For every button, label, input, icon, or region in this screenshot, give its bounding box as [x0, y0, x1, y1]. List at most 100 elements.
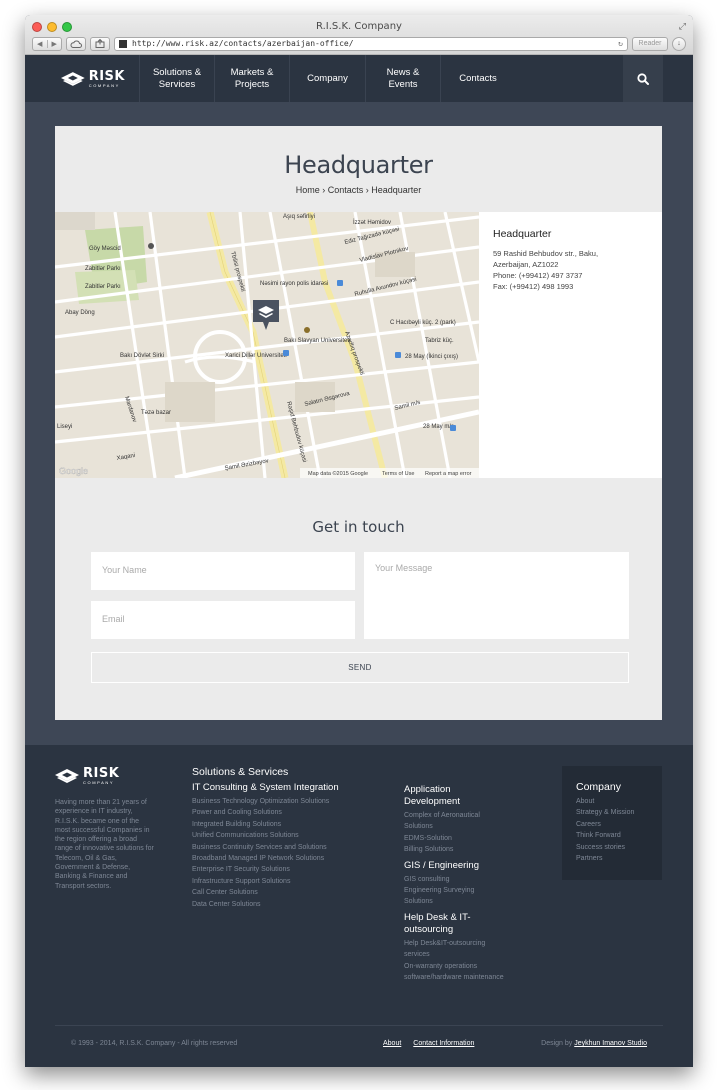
- office-title: Headquarter: [493, 228, 552, 240]
- map-label: Tabriz küç.: [425, 338, 454, 344]
- risk-logo-icon: [55, 769, 79, 783]
- location-map[interactable]: Aşıq səfirliyi İzzət Həmidov Göy Məscid …: [55, 212, 479, 478]
- favicon-icon: [119, 39, 127, 48]
- site-logo[interactable]: RISK COMPANY: [25, 55, 125, 102]
- map-attribution: Map data ©2015 Google: [308, 470, 368, 477]
- breadcrumb-current: Headquarter: [371, 185, 422, 195]
- reader-button[interactable]: Reader: [632, 36, 668, 51]
- footer-app-title[interactable]: Application Development: [404, 784, 504, 808]
- designer-link[interactable]: Jeykhun Imanov Studio: [574, 1040, 647, 1047]
- footer-company-title[interactable]: Company: [576, 781, 648, 793]
- footer-link-careers[interactable]: Careers: [576, 819, 648, 830]
- copyright: © 1993 - 2014, R.I.S.K. Company - All ri…: [71, 1040, 238, 1047]
- search-icon: [637, 72, 649, 85]
- footer-link[interactable]: Broadband Managed IP Network Solutions: [192, 853, 382, 864]
- risk-logo-icon: [61, 71, 85, 86]
- form-title: Get in touch: [312, 518, 405, 536]
- footer-development-column: Application Development Complex of Aeron…: [404, 784, 504, 983]
- footer-link[interactable]: Call Center Solutions: [192, 887, 382, 898]
- google-logo[interactable]: Google: [59, 466, 88, 476]
- logo-text: RISK: [88, 68, 125, 84]
- back-forward-buttons: ◀ ▶: [32, 36, 62, 51]
- map-label: Liseyi: [57, 424, 72, 430]
- footer-link-partners[interactable]: Partners: [576, 853, 648, 864]
- footer-link[interactable]: Power and Cooling Solutions: [192, 807, 382, 818]
- map-label: Təzə bazar: [141, 410, 171, 416]
- url-text: http://www.risk.az/contacts/azerbaijan-o…: [132, 39, 354, 48]
- email-input[interactable]: Email: [91, 601, 355, 639]
- message-textarea[interactable]: Your Message: [364, 552, 629, 639]
- map-label: İzzət Həmidov: [353, 219, 391, 226]
- design-credit: Design by Jeykhun Imanov Studio: [541, 1040, 647, 1047]
- map-terms-link[interactable]: Terms of Use: [382, 471, 414, 477]
- bottom-link-about[interactable]: About: [383, 1040, 401, 1047]
- map-label: Abay Döng: [65, 310, 95, 316]
- footer-link[interactable]: Integrated Building Solutions: [192, 819, 382, 830]
- breadcrumb-home[interactable]: Home: [296, 185, 320, 195]
- window-title: R.I.S.K. Company: [316, 21, 402, 32]
- footer-link[interactable]: Data Center Solutions: [192, 899, 382, 910]
- map-label: 28 May (İkinci çıxış): [405, 353, 458, 360]
- footer-link-about[interactable]: About: [576, 796, 648, 807]
- map-label: Göy Məscid: [89, 246, 121, 252]
- back-button[interactable]: ◀: [33, 40, 47, 48]
- footer-link[interactable]: Enterprise IT Security Solutions: [192, 864, 382, 875]
- footer-link[interactable]: Business Technology Optimization Solutio…: [192, 796, 382, 807]
- map-label: Xarici Dillər Universiteti: [225, 353, 287, 359]
- map-label: Nəsimi rayon polis idarəsi: [260, 281, 328, 287]
- footer-link[interactable]: Billing Solutions: [404, 844, 504, 855]
- browser-toolbar: ◀ ▶ http://www.risk.az/contacts/azerbaij…: [32, 36, 686, 51]
- fullscreen-icon[interactable]: ⤢: [679, 21, 686, 32]
- footer-link-success-stories[interactable]: Success stories: [576, 842, 648, 853]
- nav-company[interactable]: Company: [289, 55, 365, 102]
- footer-gis-title[interactable]: GIS / Engineering: [404, 860, 504, 872]
- footer-it-title[interactable]: IT Consulting & System Integration: [192, 782, 382, 794]
- map-label: C Hacıbəyli küç. 2 (park): [390, 320, 456, 326]
- footer-logo-text: RISK: [83, 766, 120, 781]
- footer-link-think-forward[interactable]: Think Forward: [576, 830, 648, 841]
- map-label: Bakı Dövlət Sirki: [120, 353, 164, 359]
- map-label: Aşıq səfirliyi: [283, 214, 315, 220]
- nav-news-events[interactable]: News & Events: [365, 55, 440, 102]
- cloud-icon: [70, 40, 82, 48]
- icloud-tabs-button[interactable]: [66, 36, 86, 51]
- share-button[interactable]: [90, 36, 110, 51]
- site-footer: RISK COMPANY Having more than 21 years o…: [25, 745, 693, 1067]
- map-label: Zabitlər Parkı: [85, 284, 121, 290]
- footer-link[interactable]: EDMS-Solution: [404, 833, 504, 844]
- nav-solutions-services[interactable]: Solutions & Services: [139, 55, 214, 102]
- footer-link[interactable]: GIS consulting: [404, 874, 504, 885]
- footer-link[interactable]: Business Continuity Services and Solutio…: [192, 842, 382, 853]
- footer-solutions-title[interactable]: Solutions & Services: [192, 766, 382, 778]
- breadcrumb-contacts[interactable]: Contacts: [328, 185, 364, 195]
- footer-logo[interactable]: RISK COMPANY: [55, 767, 119, 785]
- send-button[interactable]: SEND: [91, 652, 629, 683]
- company-description: Having more than 21 years of experience …: [55, 799, 154, 890]
- forward-button[interactable]: ▶: [46, 39, 62, 48]
- nav-markets-projects[interactable]: Markets & Projects: [214, 55, 289, 102]
- address-bar[interactable]: http://www.risk.az/contacts/azerbaijan-o…: [114, 36, 628, 51]
- footer-link[interactable]: Complex of Aeronautical Solutions: [404, 810, 504, 833]
- footer-company-box: Company About Strategy & Mission Careers…: [562, 766, 662, 880]
- nav-contacts[interactable]: Contacts: [440, 55, 515, 102]
- footer-link[interactable]: Help Desk&IT-outsourcing services: [404, 938, 504, 961]
- map-report-link[interactable]: Report a map error: [425, 471, 472, 477]
- office-info: Headquarter 59 Rashid Behbudov str., Bak…: [479, 212, 662, 478]
- office-address-line1: 59 Rashid Behbudov str., Baku,: [493, 249, 599, 258]
- footer-solutions-column: Solutions & Services IT Consulting & Sys…: [192, 766, 382, 910]
- footer-help-title[interactable]: Help Desk & IT-outsourcing: [404, 912, 504, 936]
- map-row: Aşıq səfirliyi İzzət Həmidov Göy Məscid …: [55, 212, 662, 478]
- footer-link[interactable]: Engineering Surveying Solutions: [404, 885, 504, 908]
- search-button[interactable]: [623, 55, 663, 102]
- footer-link[interactable]: On-warranty operations software/hardware…: [404, 961, 504, 984]
- footer-link[interactable]: Unified Communications Solutions: [192, 830, 382, 841]
- footer-link-strategy[interactable]: Strategy & Mission: [576, 807, 648, 818]
- page-title: Headquarter: [284, 151, 433, 179]
- site-navigation: RISK COMPANY Solutions & Services Markets…: [25, 55, 693, 102]
- office-address-line2: Azerbaijan, AZ1022: [493, 260, 559, 269]
- downloads-button[interactable]: ↓: [672, 36, 686, 51]
- reload-icon[interactable]: ↻: [618, 39, 623, 48]
- name-input[interactable]: Your Name: [91, 552, 355, 590]
- bottom-link-contact[interactable]: Contact Information: [413, 1040, 474, 1047]
- footer-link[interactable]: Infrastructure Support Solutions: [192, 876, 382, 887]
